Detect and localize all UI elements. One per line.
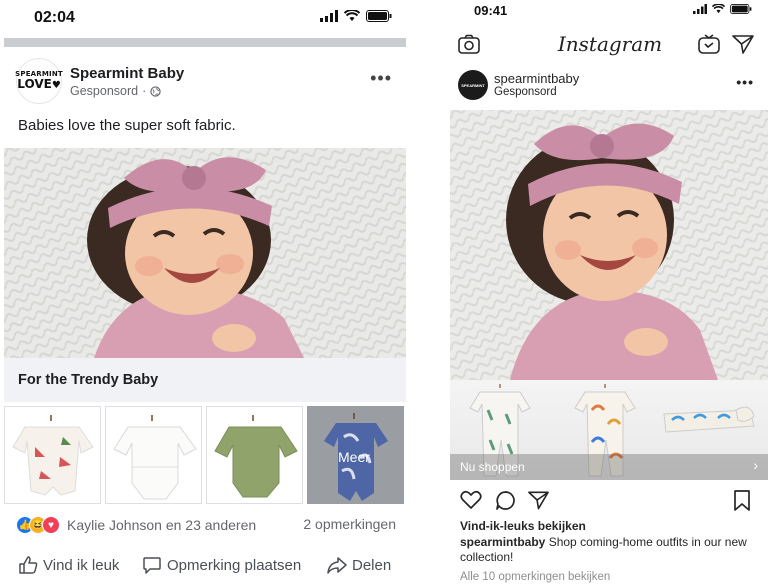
sponsored-label: Gesponsord: [494, 86, 557, 98]
heart-icon[interactable]: [460, 490, 482, 510]
comment-icon: [143, 557, 161, 574]
status-time: 09:41: [474, 3, 508, 18]
reaction-names[interactable]: Kaylie Johnson en 23 anderen: [67, 517, 256, 533]
shop-strip[interactable]: Nu shoppen ›: [450, 380, 768, 480]
product-carousel: Meer: [4, 406, 406, 504]
shop-now-bar[interactable]: Nu shoppen ›: [450, 454, 768, 480]
share-button[interactable]: Delen: [327, 555, 391, 575]
share-icon: [327, 557, 347, 574]
like-button[interactable]: Vind ik leuk: [18, 555, 119, 575]
chevron-right-icon: ›: [753, 457, 758, 473]
signal-icon: [693, 4, 707, 14]
carousel-card-green[interactable]: [206, 406, 303, 504]
logo-text-bottom: LOVE♥: [17, 77, 61, 91]
share-label: Delen: [352, 556, 392, 574]
wifi-icon: [712, 4, 725, 14]
action-bar: Vind ik leuk Opmerking plaatsen Delen: [4, 555, 406, 581]
more-label: Meer: [338, 449, 370, 465]
comment-icon[interactable]: [495, 490, 516, 511]
top-bar: Instagram: [450, 28, 770, 64]
reactions-row: 👍 😆 ♥ Kaylie Johnson en 23 anderen 2 opm…: [16, 514, 406, 536]
status-icons: [693, 4, 752, 14]
post-caption: spearmintbaby Shop coming-home outfits i…: [460, 535, 750, 565]
wifi-icon: [344, 10, 360, 21]
comment-count[interactable]: 2 opmerkingen: [303, 516, 396, 532]
status-bar: 02:04: [4, 0, 406, 36]
comment-button[interactable]: Opmerking plaatsen: [142, 555, 301, 575]
caption-username[interactable]: spearmintbaby: [460, 535, 545, 549]
post-header: SPEARMINT spearmintbaby Gesponsord •••: [450, 68, 770, 108]
likes-label[interactable]: Vind-ik-leuks bekijken: [460, 519, 586, 533]
advertiser-name[interactable]: Spearmint Baby: [70, 65, 184, 82]
share-icon[interactable]: [528, 490, 549, 510]
carousel-card-watermelon[interactable]: [4, 406, 101, 504]
status-time: 02:04: [34, 9, 75, 26]
like-label: Vind ik leuk: [43, 556, 120, 574]
instagram-ad: 09:41 Instagram SPEARMINT spearmintbaby …: [450, 0, 770, 588]
post-header: SPEARMINT LOVE♥ Spearmint Baby Gesponsor…: [4, 58, 406, 108]
carousel-card-more[interactable]: Meer: [307, 406, 404, 504]
baby-photo: [450, 110, 768, 380]
reaction-icons[interactable]: 👍 😆 ♥: [16, 516, 60, 534]
account-username[interactable]: spearmintbaby: [494, 71, 579, 86]
post-caption: Babies love the super soft fabric.: [18, 117, 236, 134]
love-icon: ♥: [42, 516, 60, 534]
bookmark-icon[interactable]: [733, 490, 751, 512]
more-options-icon[interactable]: •••: [370, 68, 392, 89]
white-onesie-image: [113, 415, 197, 500]
status-icons: [320, 10, 392, 22]
comment-label: Opmerking plaatsen: [167, 556, 302, 574]
carousel-card-white[interactable]: [105, 406, 202, 504]
shop-now-label: Nu shoppen: [460, 460, 525, 474]
watermelon-onesie-image: [12, 415, 94, 496]
signal-icon: [320, 10, 338, 22]
cta-title: For the Trendy Baby: [18, 372, 159, 388]
ad-photo[interactable]: [4, 148, 406, 358]
view-comments-link[interactable]: Alle 10 opmerkingen bekijken: [460, 571, 610, 583]
feed-divider: [4, 38, 406, 47]
instagram-logo[interactable]: Instagram: [450, 32, 770, 56]
direct-message-icon[interactable]: [732, 34, 754, 54]
facebook-ad: 02:04 SPEARMINT LOVE♥ Spearmint Baby Ges…: [4, 0, 406, 588]
igtv-icon[interactable]: [698, 34, 720, 54]
action-bar: [450, 490, 770, 516]
ad-photo[interactable]: [450, 110, 768, 380]
green-onesie-image: [214, 415, 298, 498]
advertiser-avatar[interactable]: SPEARMINT LOVE♥: [15, 58, 63, 104]
cta-bar[interactable]: For the Trendy Baby: [4, 358, 406, 402]
battery-icon: [730, 4, 752, 14]
more-options-icon[interactable]: •••: [736, 74, 754, 90]
battery-icon: [366, 10, 392, 22]
sponsored-label: Gesponsord ·: [70, 84, 161, 98]
account-avatar[interactable]: SPEARMINT: [458, 70, 488, 100]
globe-icon: [150, 85, 161, 97]
thumbs-up-icon: [19, 556, 38, 574]
baby-photo: [4, 148, 406, 358]
